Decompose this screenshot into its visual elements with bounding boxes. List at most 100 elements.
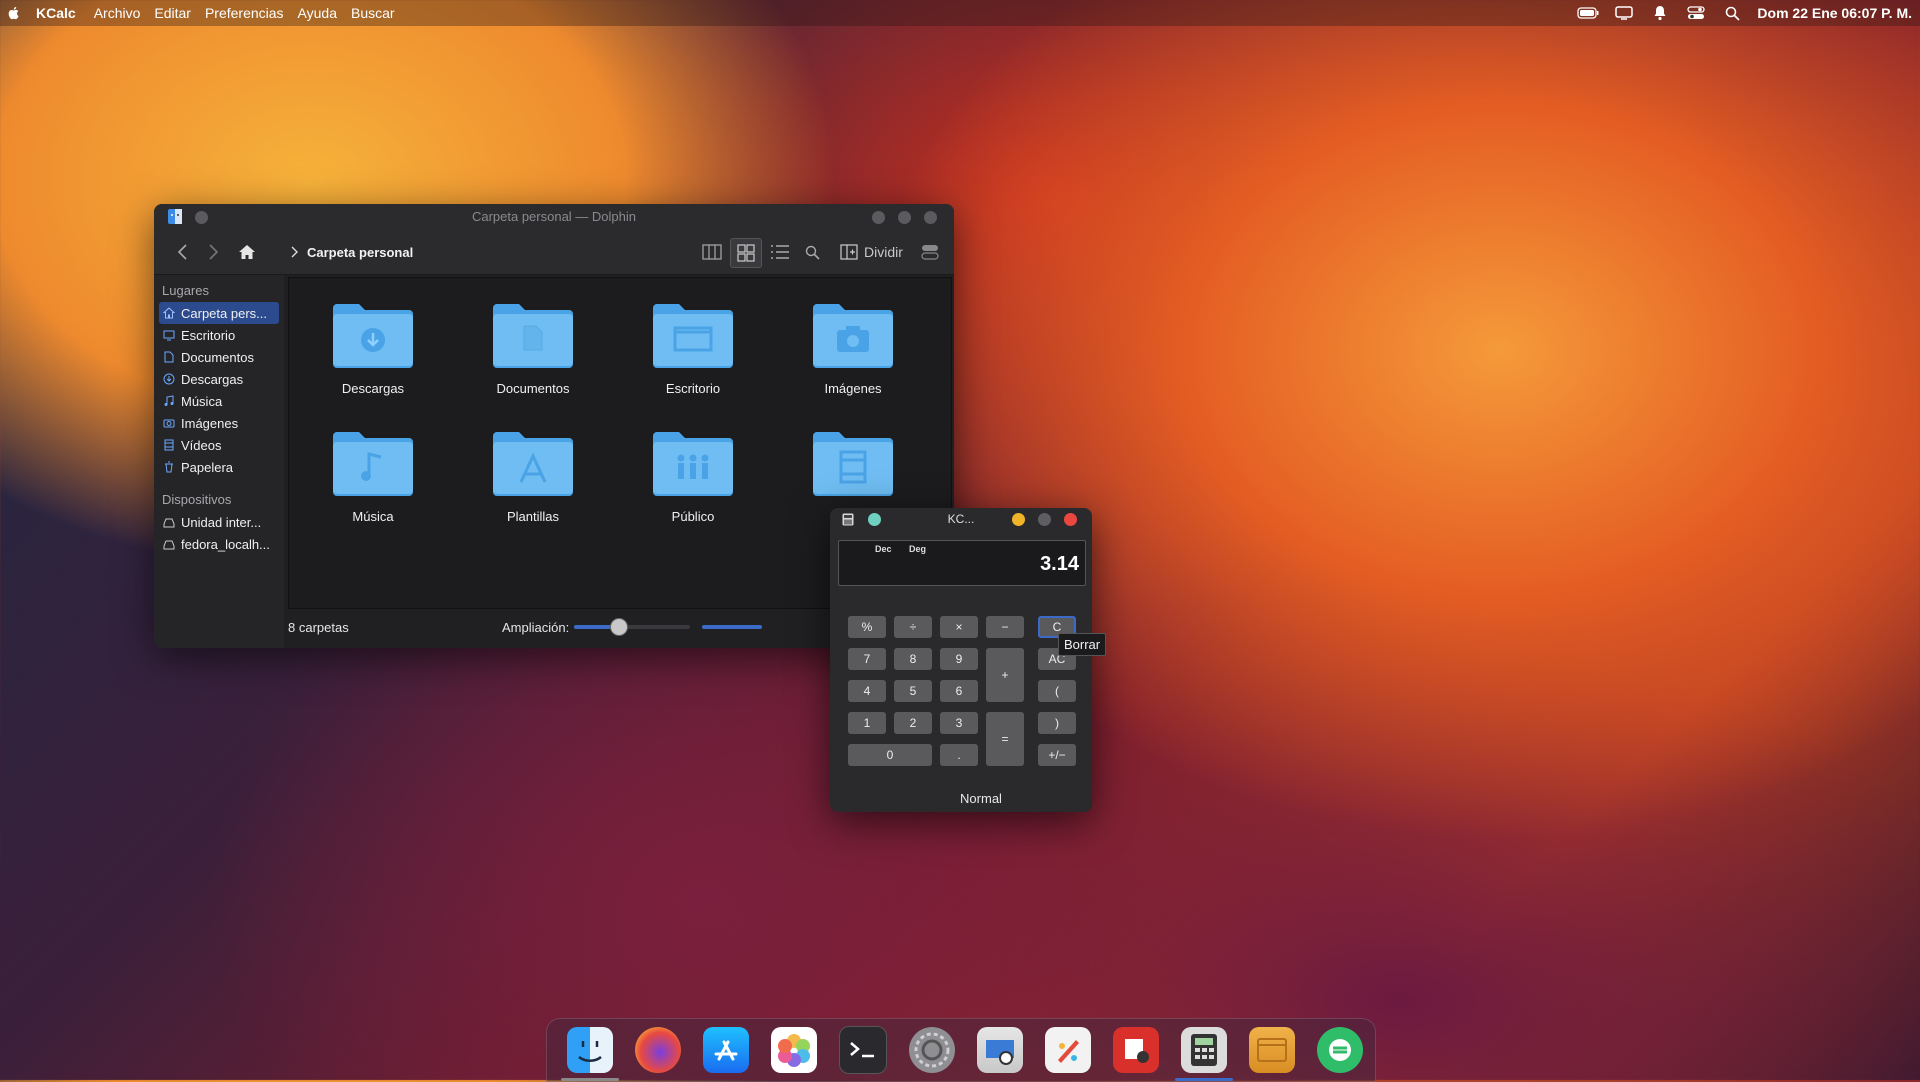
screenshot-icon[interactable]: [1113, 1027, 1159, 1073]
folder-name: Escritorio: [665, 381, 721, 396]
templates-folder-icon: [493, 432, 573, 496]
menu-editar[interactable]: Editar: [154, 5, 191, 21]
back-icon[interactable]: [172, 240, 194, 264]
sidebar-item-imagenes[interactable]: Imágenes: [159, 412, 279, 434]
sidebar-item-label: Documentos: [181, 349, 254, 365]
forward-icon[interactable]: [202, 240, 224, 264]
home-icon[interactable]: [236, 240, 258, 264]
firefox-icon[interactable]: [635, 1027, 681, 1073]
close-button[interactable]: [924, 211, 937, 224]
maximize-button[interactable]: [1038, 513, 1051, 526]
sidebar-item-videos[interactable]: Vídeos: [159, 434, 279, 456]
equals-button[interactable]: =: [986, 712, 1024, 766]
sidebar-item-label: Música: [181, 393, 223, 409]
minimize-button[interactable]: [1012, 513, 1025, 526]
minimize-button[interactable]: [872, 211, 885, 224]
columns-view-icon[interactable]: [699, 240, 725, 264]
five-button[interactable]: 5: [894, 680, 932, 702]
search-icon[interactable]: [801, 240, 823, 264]
control-center-icon[interactable]: [1685, 5, 1707, 21]
folder-publico[interactable]: Público: [633, 428, 753, 524]
menu-ayuda[interactable]: Ayuda: [298, 5, 337, 21]
transfer-icon[interactable]: [1317, 1027, 1363, 1073]
paint-icon[interactable]: [1045, 1027, 1091, 1073]
battery-icon[interactable]: [1577, 5, 1599, 21]
home-icon: [163, 307, 175, 319]
sign-button[interactable]: +/−: [1038, 744, 1076, 766]
notifications-icon[interactable]: [1649, 5, 1671, 21]
menu-preferencias[interactable]: Preferencias: [205, 5, 284, 21]
details-view-icon[interactable]: [767, 240, 793, 264]
places-header: Lugares: [162, 283, 209, 298]
split-button[interactable]: Dividir: [840, 240, 910, 264]
nine-button[interactable]: 9: [940, 648, 978, 670]
close-button[interactable]: [1064, 513, 1077, 526]
zero-button[interactable]: 0: [848, 744, 932, 766]
archive-icon[interactable]: [1249, 1027, 1295, 1073]
menu-archivo[interactable]: Archivo: [94, 5, 141, 21]
sidebar-item-papelera[interactable]: Papelera: [159, 456, 279, 478]
zoom-slider[interactable]: [574, 618, 690, 636]
camera-folder-icon: [813, 304, 893, 368]
music-icon: [164, 395, 174, 406]
search-icon[interactable]: [1721, 5, 1743, 21]
eight-button[interactable]: 8: [894, 648, 932, 670]
dolphin-titlebar[interactable]: Carpeta personal — Dolphin: [154, 204, 954, 230]
angle-indicator: Deg: [909, 544, 927, 554]
menu-buscar[interactable]: Buscar: [351, 5, 395, 21]
close-paren-button[interactable]: ): [1038, 712, 1076, 734]
folder-escritorio[interactable]: Escritorio: [633, 300, 753, 396]
system-settings-icon[interactable]: [909, 1027, 955, 1073]
apple-logo-icon[interactable]: [6, 5, 22, 21]
folder-plantillas[interactable]: Plantillas: [473, 428, 593, 524]
seven-button[interactable]: 7: [848, 648, 886, 670]
videos-icon: [164, 439, 174, 451]
display-icon[interactable]: [1613, 5, 1635, 21]
image-viewer-icon[interactable]: [977, 1027, 1023, 1073]
breadcrumb[interactable]: Carpeta personal: [307, 240, 413, 264]
menubar-clock[interactable]: Dom 22 Ene 06:07 P. M.: [1757, 5, 1912, 21]
folder-musica[interactable]: Música: [313, 428, 433, 524]
folder-name: Público: [671, 509, 715, 524]
calculator-display[interactable]: Dec Deg 3.14: [838, 540, 1086, 586]
one-button[interactable]: 1: [848, 712, 886, 734]
sidebar-item-fedora-drive[interactable]: fedora_localh...: [159, 533, 279, 555]
folder-imagenes[interactable]: Imágenes: [793, 300, 913, 396]
sidebar-item-descargas[interactable]: Descargas: [159, 368, 279, 390]
six-button[interactable]: 6: [940, 680, 978, 702]
finder-icon[interactable]: [561, 1027, 619, 1081]
sidebar-item-musica[interactable]: Música: [159, 390, 279, 412]
icons-view-icon[interactable]: [730, 238, 762, 268]
open-paren-button[interactable]: (: [1038, 680, 1076, 702]
sidebar-item-escritorio[interactable]: Escritorio: [159, 324, 279, 346]
plus-button[interactable]: +: [986, 648, 1024, 702]
app-store-icon[interactable]: [703, 1027, 749, 1073]
sidebar-item-label: Unidad inter...: [181, 514, 262, 530]
sidebar-item-documentos[interactable]: Documentos: [159, 346, 279, 368]
sidebar-item-label: Imágenes: [181, 415, 239, 431]
menu-app-name[interactable]: KCalc: [36, 5, 76, 21]
folder-documentos[interactable]: Documentos: [473, 300, 593, 396]
pictures-icon: [163, 419, 175, 428]
zoom-slider-handle[interactable]: [610, 618, 629, 636]
calculator-icon[interactable]: [1175, 1027, 1233, 1081]
folder-count: 8 carpetas: [288, 619, 349, 635]
minus-button[interactable]: −: [986, 616, 1024, 638]
multiply-button[interactable]: ×: [940, 616, 978, 638]
sidebar-item-home[interactable]: Carpeta pers...: [159, 302, 279, 324]
kcalc-titlebar[interactable]: KC...: [830, 508, 1092, 530]
four-button[interactable]: 4: [848, 680, 886, 702]
terminal-icon[interactable]: [839, 1026, 887, 1074]
photos-icon[interactable]: [771, 1027, 817, 1073]
maximize-button[interactable]: [898, 211, 911, 224]
folder-descargas[interactable]: Descargas: [313, 300, 433, 396]
three-button[interactable]: 3: [940, 712, 978, 734]
sidebar-item-internal-drive[interactable]: Unidad inter...: [159, 511, 279, 533]
drive-icon: [163, 518, 175, 528]
hamburger-menu-icon[interactable]: [918, 240, 942, 264]
percent-button[interactable]: %: [848, 616, 886, 638]
folder-videos[interactable]: [793, 428, 913, 509]
divide-button[interactable]: ÷: [894, 616, 932, 638]
decimal-button[interactable]: .: [940, 744, 978, 766]
two-button[interactable]: 2: [894, 712, 932, 734]
